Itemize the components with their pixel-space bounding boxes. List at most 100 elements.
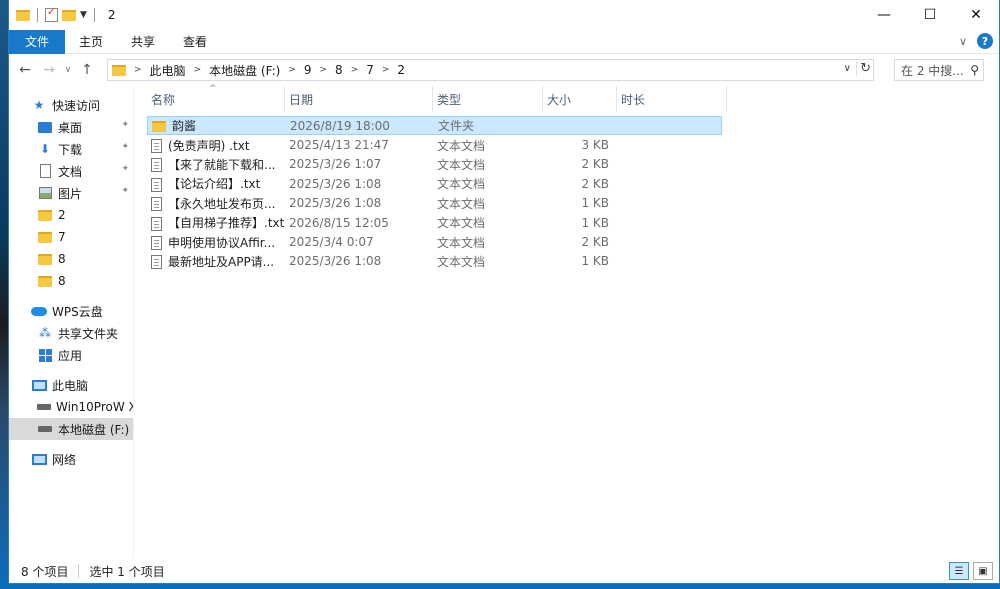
nav-recent-folder[interactable]: 2 xyxy=(9,204,133,226)
forward-arrow-icon[interactable]: → xyxy=(37,62,61,78)
nav-desktop[interactable]: 桌面 ✦ xyxy=(9,116,133,138)
pin-icon: ✦ xyxy=(121,186,129,196)
breadcrumb-7[interactable]: 7 xyxy=(366,63,374,77)
file-name: 【论坛介绍】.txt xyxy=(168,177,261,192)
file-date: 2025/3/26 1:08 xyxy=(289,176,382,191)
nav-this-pc[interactable]: 此电脑 xyxy=(9,374,133,396)
tab-home[interactable]: 主页 xyxy=(65,30,117,54)
file-row[interactable]: (免责声明) .txt 2025/4/13 21:47 文本文档 3 KB xyxy=(147,135,722,154)
file-row[interactable]: 【自用梯子推荐】.txt 2026/8/15 12:05 文本文档 1 KB xyxy=(147,213,722,232)
file-type: 文本文档 xyxy=(437,177,486,192)
text-file-icon xyxy=(151,255,162,270)
nav-label: Win10ProW X xyxy=(56,400,133,414)
title-bar: ▼ 2 — ☐ ✕ xyxy=(9,0,999,30)
file-size: 2 KB xyxy=(581,157,609,172)
text-file-icon xyxy=(151,177,162,192)
breadcrumb-this-pc[interactable]: 此电脑 xyxy=(150,62,186,79)
maximize-button[interactable]: ☐ xyxy=(907,0,953,30)
column-header-date[interactable]: 日期 xyxy=(285,86,433,112)
sort-ascending-icon: ^ xyxy=(209,84,217,94)
star-icon: ★ xyxy=(33,98,45,112)
nav-label: 8 xyxy=(58,252,66,266)
nav-apps[interactable]: 应用 xyxy=(9,344,133,366)
file-row[interactable]: 【永久地址发布页... 2025/3/26 1:08 文本文档 1 KB xyxy=(147,194,722,213)
breadcrumb-2[interactable]: 2 xyxy=(397,63,405,77)
close-button[interactable]: ✕ xyxy=(953,0,999,30)
address-dropdown-icon[interactable]: ∨ xyxy=(844,63,851,74)
file-row[interactable]: 申明使用协议Affir... 2025/3/4 0:07 文本文档 2 KB xyxy=(147,232,722,251)
new-folder-icon[interactable] xyxy=(62,9,76,21)
nav-recent-folder[interactable]: 8 xyxy=(9,270,133,292)
nav-documents[interactable]: 文档 ✦ xyxy=(9,160,133,182)
chevron-right-icon[interactable]: > xyxy=(134,65,142,75)
chevron-right-icon[interactable]: > xyxy=(194,65,202,75)
window-controls: — ☐ ✕ xyxy=(861,0,999,30)
nav-label: 8 xyxy=(58,274,66,288)
tab-view[interactable]: 查看 xyxy=(169,30,221,54)
file-type: 文件夹 xyxy=(438,119,475,134)
cloud-icon xyxy=(31,306,47,316)
share-icon: ⁂ xyxy=(39,326,51,340)
large-icons-view-icon[interactable]: ▣ xyxy=(973,562,993,580)
recent-locations-chevron-icon[interactable]: ∨ xyxy=(61,65,75,75)
text-file-icon xyxy=(151,158,162,173)
ribbon-tabs: 文件 主页 共享 查看 ∨ ? xyxy=(9,29,999,54)
chevron-right-icon[interactable]: > xyxy=(320,65,328,75)
file-type: 文本文档 xyxy=(437,254,486,269)
folder-icon xyxy=(38,231,52,243)
breadcrumb-drive-f[interactable]: 本地磁盘 (F:) xyxy=(209,62,280,79)
computer-icon xyxy=(31,379,47,391)
tab-file[interactable]: 文件 xyxy=(9,29,66,54)
nav-quick-access[interactable]: ★ 快速访问 xyxy=(9,94,133,116)
refresh-icon[interactable]: ↻ xyxy=(856,61,871,76)
nav-downloads[interactable]: ⬇ 下载 ✦ xyxy=(9,138,133,160)
nav-label: 下载 xyxy=(58,142,83,157)
minimize-button[interactable]: — xyxy=(861,0,907,30)
file-size: 1 KB xyxy=(581,196,609,211)
nav-label: WPS云盘 xyxy=(52,304,103,319)
column-header-size[interactable]: 大小 xyxy=(543,86,617,112)
nav-recent-folder[interactable]: 7 xyxy=(9,226,133,248)
file-row[interactable]: 韵酱 2026/8/19 18:00 文件夹 xyxy=(147,116,722,136)
nav-drive-c[interactable]: Win10ProW X xyxy=(9,396,133,418)
properties-icon[interactable] xyxy=(45,7,58,22)
file-row[interactable]: 【论坛介绍】.txt 2025/3/26 1:08 文本文档 2 KB xyxy=(147,174,722,193)
column-header-name[interactable]: ^ 名称 xyxy=(147,84,285,112)
pictures-icon xyxy=(38,187,52,199)
help-icon[interactable]: ? xyxy=(977,33,993,49)
chevron-right-icon[interactable]: > xyxy=(288,65,296,75)
nav-pictures[interactable]: 图片 ✦ xyxy=(9,182,133,204)
details-view-icon[interactable]: ☰ xyxy=(949,562,969,580)
nav-recent-folder[interactable]: 8 xyxy=(9,248,133,270)
column-header-type[interactable]: 类型 xyxy=(433,86,543,112)
nav-label: 桌面 xyxy=(58,120,83,135)
back-arrow-icon[interactable]: ← xyxy=(13,62,37,78)
file-name: 【永久地址发布页... xyxy=(168,196,276,211)
nav-network[interactable]: 网络 xyxy=(9,448,133,470)
file-type: 文本文档 xyxy=(437,138,486,153)
file-row[interactable]: 【来了就能下载和... 2025/3/26 1:07 文本文档 2 KB xyxy=(147,155,722,174)
apps-icon xyxy=(38,348,52,362)
nav-drive-f[interactable]: 本地磁盘 (F:) xyxy=(9,418,133,440)
customize-toolbar-dropdown-icon[interactable]: ▼ xyxy=(80,10,87,20)
expand-ribbon-icon[interactable]: ∨ xyxy=(959,35,967,48)
chevron-right-icon[interactable]: > xyxy=(382,65,390,75)
chevron-right-icon[interactable]: > xyxy=(351,65,359,75)
file-date: 2025/3/26 1:07 xyxy=(289,157,382,172)
file-row[interactable]: 最新地址及APP请... 2025/3/26 1:08 文本文档 1 KB xyxy=(147,252,722,271)
tab-share[interactable]: 共享 xyxy=(117,30,169,54)
breadcrumb-9[interactable]: 9 xyxy=(304,63,312,77)
search-icon: ⚲ xyxy=(970,63,979,77)
file-explorer-window: ▼ 2 — ☐ ✕ 文件 主页 共享 查看 ∨ ? ← → ∨ ↑ > 此电脑 >… xyxy=(8,0,1000,584)
text-file-icon xyxy=(151,197,162,212)
address-bar[interactable]: > 此电脑 > 本地磁盘 (F:) >9 >8 >7 >2 ∨ ↻ xyxy=(107,59,874,81)
file-size: 3 KB xyxy=(581,138,609,153)
breadcrumb-8[interactable]: 8 xyxy=(335,63,343,77)
nav-wps-cloud[interactable]: WPS云盘 xyxy=(9,300,133,322)
file-type: 文本文档 xyxy=(437,235,486,250)
column-header-duration[interactable]: 时长 xyxy=(617,86,727,112)
pane-divider[interactable] xyxy=(133,86,134,558)
search-input[interactable]: 在 2 中搜... ⚲ xyxy=(894,59,984,81)
nav-shared-folder[interactable]: ⁂ 共享文件夹 xyxy=(9,322,133,344)
up-arrow-icon[interactable]: ↑ xyxy=(75,62,99,78)
